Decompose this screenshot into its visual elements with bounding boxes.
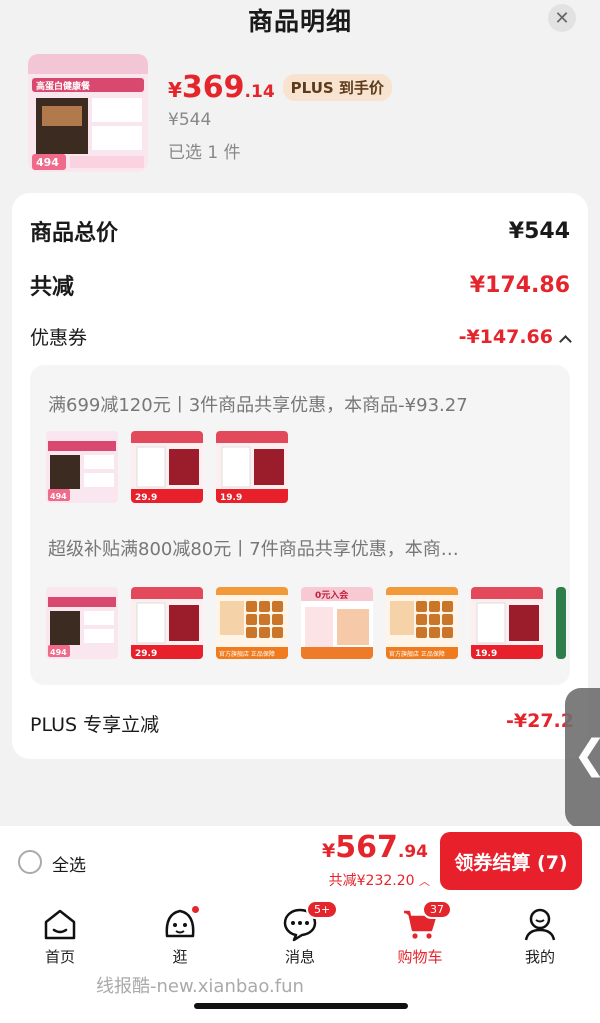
page-header: 商品明细 ✕ bbox=[0, 0, 600, 40]
product-image-price: 494 bbox=[36, 156, 59, 169]
cart-icon: 37 bbox=[402, 900, 452, 942]
chevron-left-icon: ❮ bbox=[573, 732, 600, 778]
coupon-product-thumb[interactable]: 0元入会 bbox=[301, 587, 373, 659]
price-integer: 369 bbox=[181, 70, 245, 105]
svg-text:0元入会: 0元入会 bbox=[315, 589, 349, 601]
original-price: ¥544 bbox=[168, 110, 212, 130]
select-all-radio[interactable] bbox=[18, 850, 42, 874]
tab-home[interactable]: 首页 bbox=[20, 906, 100, 967]
tab-cart-label: 购物车 bbox=[397, 948, 443, 966]
coupon-amount: -¥147.66 bbox=[458, 325, 553, 348]
coupon-text-1: 满699减120元丨3件商品共享优惠，本商品-¥93.27 bbox=[48, 395, 468, 416]
side-drawer-handle[interactable]: ❮ bbox=[565, 688, 600, 828]
chevron-up-icon: ︿ bbox=[419, 875, 430, 888]
coupon-detail-box: 满699减120元丨3件商品共享优惠，本商品-¥93.27 494 29.9 19.… bbox=[30, 365, 570, 685]
tab-messages[interactable]: 5+ 消息 bbox=[260, 900, 340, 967]
selected-count: 已选 1 件 bbox=[168, 143, 241, 163]
coupon-product-thumb[interactable]: 494 bbox=[46, 431, 118, 503]
tab-cart[interactable]: 37 购物车 bbox=[380, 900, 460, 967]
profile-icon bbox=[522, 906, 558, 942]
message-badge: 5+ bbox=[306, 900, 339, 919]
tab-browse[interactable]: 逛 bbox=[140, 904, 220, 967]
coupon-product-thumb[interactable]: 19.9 bbox=[471, 587, 543, 659]
coupon-product-thumb[interactable]: 官方旗舰店 正品保障 bbox=[216, 587, 288, 659]
plus-discount-label: PLUS 专享立减 bbox=[30, 714, 160, 736]
bottom-tab-bar: 首页 逛 5+ 消息 37 购物车 我的 线报酷-new.xianbao.fun bbox=[0, 898, 600, 1023]
svg-text:官方旗舰店 正品保障: 官方旗舰店 正品保障 bbox=[389, 650, 445, 658]
svg-text:19.9: 19.9 bbox=[475, 649, 497, 659]
coupon-product-thumb[interactable]: 19.9 bbox=[216, 431, 288, 503]
tab-home-label: 首页 bbox=[44, 948, 75, 966]
plus-price-badge: PLUS 到手价 bbox=[282, 74, 392, 101]
coupon-value: -¥147.66 bbox=[458, 325, 572, 348]
coupon-product-thumb-partial[interactable] bbox=[556, 587, 566, 659]
tab-messages-label: 消息 bbox=[284, 948, 315, 966]
product-thumbnail-image: 19.9 bbox=[471, 587, 543, 659]
total-reduce-label: 共减 bbox=[30, 275, 75, 300]
coupon-1-products: 494 29.9 19.9 bbox=[46, 431, 288, 503]
price-currency: ¥ bbox=[168, 78, 182, 102]
coupon-product-thumb[interactable]: 官方旗舰店 正品保障 bbox=[386, 587, 458, 659]
plus-price: ¥ 369 .14 PLUS 到手价 bbox=[168, 70, 392, 105]
coupon-product-thumb[interactable]: 494 bbox=[46, 587, 118, 659]
total-price-row: 商品总价 ¥544 bbox=[30, 215, 570, 247]
saved-amount-toggle[interactable]: 共减¥232.20 ︿ bbox=[329, 870, 430, 890]
svg-text:494: 494 bbox=[50, 492, 67, 501]
total-reduce-value: ¥174.86 bbox=[469, 272, 570, 298]
message-icon: 5+ bbox=[282, 900, 339, 942]
svg-text:19.9: 19.9 bbox=[220, 493, 242, 503]
total-price-value: ¥544 bbox=[508, 218, 570, 244]
svg-text:29.9: 29.9 bbox=[135, 493, 157, 503]
notification-dot bbox=[190, 904, 201, 915]
product-thumbnail-image: 29.9 bbox=[131, 587, 203, 659]
product-thumbnail-image: 494 bbox=[46, 431, 118, 503]
browse-face-icon bbox=[162, 904, 201, 942]
coupon-2-products: 494 29.9 官方旗舰店 正品保障 0元入会官方旗舰店 正品保障 19.9 bbox=[46, 587, 566, 659]
coupon-row[interactable]: 优惠券 -¥147.66 bbox=[30, 323, 572, 350]
checkout-bar: 全选 ¥ 567 .94 共减¥232.20 ︿ 领券结算 (7) bbox=[0, 826, 600, 898]
product-thumbnail-image: 官方旗舰店 正品保障 bbox=[216, 587, 288, 659]
coupon-label: 优惠券 bbox=[30, 327, 88, 349]
close-icon[interactable]: ✕ bbox=[548, 4, 576, 32]
product-thumbnail-image: 0元入会 bbox=[301, 587, 373, 659]
tab-browse-label: 逛 bbox=[172, 948, 188, 966]
plus-discount-value: -¥27.2 bbox=[506, 710, 574, 732]
home-icon bbox=[42, 906, 78, 942]
tab-profile-label: 我的 bbox=[524, 948, 555, 966]
home-indicator bbox=[194, 1003, 408, 1009]
product-thumbnail-image: 29.9 bbox=[131, 431, 203, 503]
coupon-text-2: 超级补贴满800减80元丨7件商品共享优惠，本商… bbox=[48, 539, 459, 560]
checkout-button[interactable]: 领券结算 (7) bbox=[440, 832, 582, 890]
total-integer: 567 bbox=[335, 830, 398, 865]
page-title: 商品明细 bbox=[247, 7, 352, 36]
total-currency: ¥ bbox=[322, 840, 336, 862]
product-image-headline: 高蛋白健康餐 bbox=[36, 80, 91, 92]
cart-badge: 37 bbox=[422, 900, 452, 919]
saved-amount: 共减¥232.20 bbox=[328, 873, 415, 889]
total-decimal: .94 bbox=[397, 842, 428, 862]
price-decimal: .14 bbox=[244, 82, 275, 102]
product-thumbnail-image: 19.9 bbox=[216, 431, 288, 503]
product-summary: 高蛋白健康餐 494 ¥ 369 .14 PLUS 到手价 ¥544 已选 1 … bbox=[28, 54, 588, 174]
coupon-product-thumb[interactable]: 29.9 bbox=[131, 587, 203, 659]
svg-text:29.9: 29.9 bbox=[135, 649, 157, 659]
select-all-label[interactable]: 全选 bbox=[52, 851, 86, 876]
svg-text:494: 494 bbox=[50, 648, 67, 657]
price-detail-card: 商品总价 ¥544 共减 ¥174.86 优惠券 -¥147.66 满699减1… bbox=[12, 193, 588, 759]
svg-text:官方旗舰店 正品保障: 官方旗舰店 正品保障 bbox=[219, 650, 275, 658]
product-thumbnail-image: 官方旗舰店 正品保障 bbox=[386, 587, 458, 659]
product-image: 高蛋白健康餐 494 bbox=[28, 54, 148, 172]
watermark: 线报酷-new.xianbao.fun bbox=[96, 976, 304, 997]
total-reduce-row: 共减 ¥174.86 bbox=[30, 269, 570, 301]
total-price-label: 商品总价 bbox=[30, 221, 119, 246]
cart-total: ¥ 567 .94 bbox=[322, 830, 428, 865]
tab-profile[interactable]: 我的 bbox=[500, 906, 580, 967]
product-thumbnail-image: 494 bbox=[46, 587, 118, 659]
coupon-product-thumb[interactable]: 29.9 bbox=[131, 431, 203, 503]
chevron-up-icon[interactable] bbox=[559, 334, 572, 348]
